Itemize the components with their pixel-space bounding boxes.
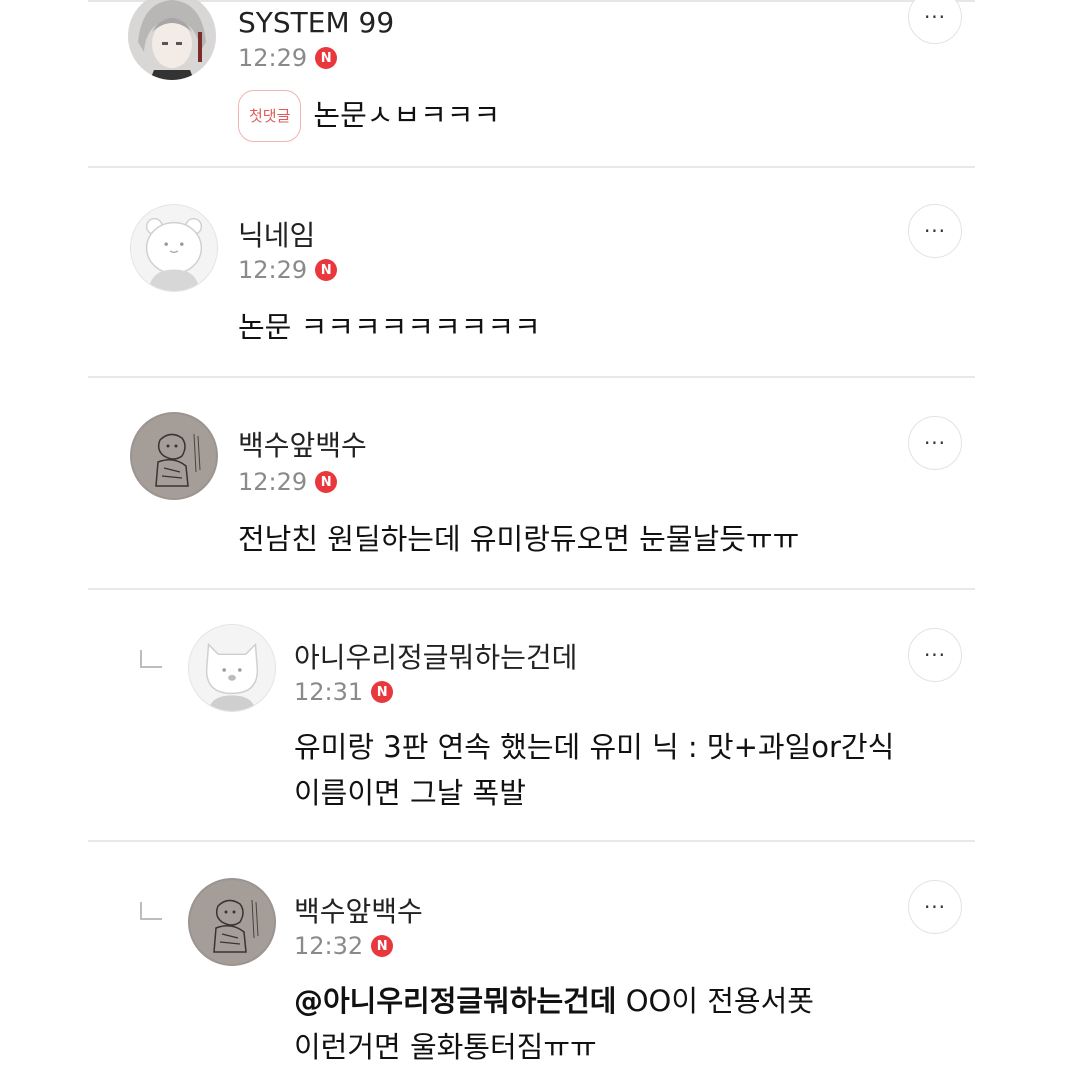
sketch-drawing-avatar-icon [188, 878, 276, 966]
comment-text: 논문ㅅㅂㅋㅋㅋ [313, 98, 501, 132]
comment-body: @아니우리정글뭐하는건데 OO이 전용서폿 이런거면 울화통터짐ㅠㅠ [294, 978, 814, 1070]
comment-time: 12:29 N [238, 256, 338, 284]
comment-item: SYSTEM 99 12:29 N 첫댓글 논문ㅅㅂㅋㅋㅋ ··· [88, 0, 975, 168]
comment-author[interactable]: 아니우리정글뭐하는건데 [294, 636, 577, 676]
new-badge: N [315, 259, 338, 281]
time-text: 12:29 [238, 44, 308, 72]
comment-text: 논문 ㅋㅋㅋㅋㅋㅋㅋㅋㅋ [238, 310, 541, 344]
time-text: 12:29 [238, 256, 308, 284]
reply-indicator-icon [140, 902, 162, 920]
reply-indicator-icon [140, 650, 162, 668]
avatar[interactable] [188, 878, 276, 966]
time-text: 12:32 [294, 932, 364, 960]
time-text: 12:29 [238, 468, 308, 496]
comment-text-line: 유미랑 3판 연속 했는데 유미 닉 : 맛+과일or간식 [294, 730, 895, 764]
avatar[interactable] [130, 412, 218, 500]
comment-item: 닉네임 12:29 N 논문 ㅋㅋㅋㅋㅋㅋㅋㅋㅋ ··· [88, 168, 975, 378]
comment-time: 12:32 N [294, 932, 394, 960]
comment-author[interactable]: 백수앞백수 [294, 890, 423, 930]
new-badge: N [315, 47, 338, 69]
comment-author[interactable]: 닉네임 [238, 214, 315, 254]
comment-text-line: 이름이면 그날 폭발 [294, 776, 526, 810]
more-button[interactable]: ··· [908, 0, 962, 44]
comment-item-reply: 백수앞백수 12:32 N @아니우리정글뭐하는건데 OO이 전용서폿 이런거면… [88, 842, 975, 1080]
new-badge: N [371, 681, 394, 703]
avatar[interactable] [128, 0, 216, 80]
comment-text: 전남친 원딜하는데 유미랑듀오면 눈물날듯ㅠㅠ [238, 522, 800, 556]
default-bear-avatar-icon [131, 205, 217, 291]
comment-item-reply: 아니우리정글뭐하는건데 12:31 N 유미랑 3판 연속 했는데 유미 닉 :… [88, 590, 975, 842]
new-badge: N [371, 935, 394, 957]
comment-text: OO이 전용서폿 [616, 984, 814, 1018]
more-horizontal-icon: ··· [923, 895, 947, 919]
comment-text-line: 이런거면 울화통터짐ㅠㅠ [294, 1030, 597, 1064]
default-cat-avatar-icon [189, 625, 275, 711]
anime-character-avatar-icon [128, 0, 216, 80]
first-comment-badge: 첫댓글 [238, 90, 302, 142]
more-button[interactable]: ··· [908, 204, 962, 258]
comment-body: 첫댓글 논문ㅅㅂㅋㅋㅋ [238, 90, 500, 142]
comment-text-line: @아니우리정글뭐하는건데 OO이 전용서폿 [294, 978, 814, 1024]
comment-body: 유미랑 3판 연속 했는데 유미 닉 : 맛+과일or간식 이름이면 그날 폭발 [294, 724, 894, 816]
more-button[interactable]: ··· [908, 880, 962, 934]
comment-time: 12:29 N [238, 44, 338, 72]
comment-body: 논문 ㅋㅋㅋㅋㅋㅋㅋㅋㅋ [238, 304, 541, 350]
more-horizontal-icon: ··· [923, 219, 947, 243]
more-horizontal-icon: ··· [923, 643, 947, 667]
comment-author[interactable]: 백수앞백수 [238, 424, 367, 464]
sketch-drawing-avatar-icon [130, 412, 218, 500]
avatar[interactable] [130, 204, 218, 292]
comment-item: 백수앞백수 12:29 N 전남친 원딜하는데 유미랑듀오면 눈물날듯ㅠㅠ ··… [88, 378, 975, 590]
more-button[interactable]: ··· [908, 416, 962, 470]
comment-author[interactable]: SYSTEM 99 [238, 6, 394, 39]
comment-time: 12:29 N [238, 468, 338, 496]
time-text: 12:31 [294, 678, 364, 706]
new-badge: N [315, 471, 338, 493]
more-button[interactable]: ··· [908, 628, 962, 682]
mention-link[interactable]: @아니우리정글뭐하는건데 [294, 984, 616, 1018]
more-horizontal-icon: ··· [923, 431, 947, 455]
comment-time: 12:31 N [294, 678, 394, 706]
more-horizontal-icon: ··· [923, 5, 947, 29]
avatar[interactable] [188, 624, 276, 712]
comment-body: 전남친 원딜하는데 유미랑듀오면 눈물날듯ㅠㅠ [238, 516, 799, 562]
